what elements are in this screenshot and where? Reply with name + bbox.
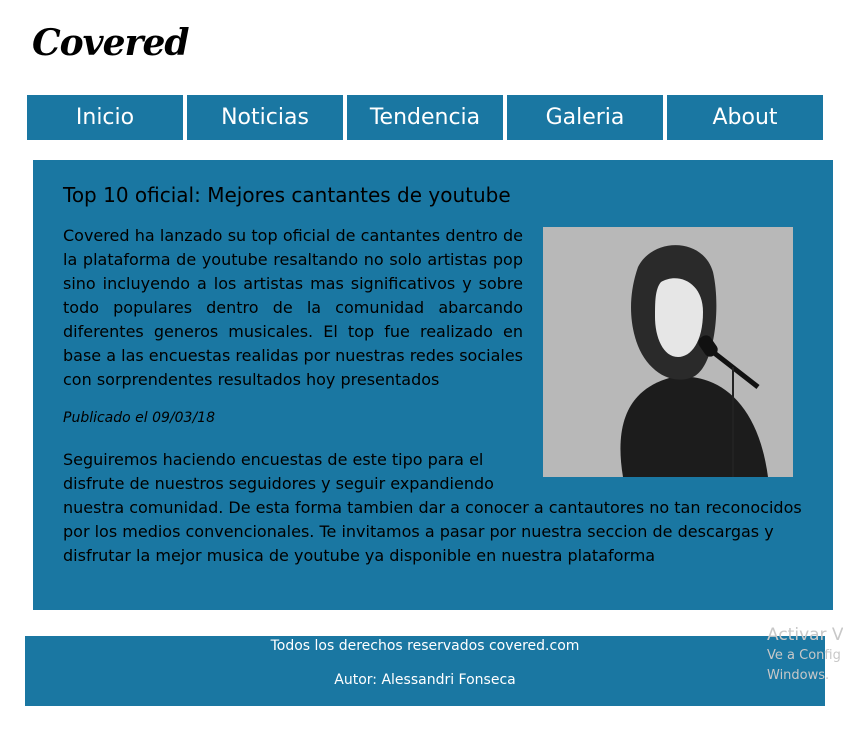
singer-portrait-icon (543, 227, 793, 477)
windows-activation-watermark: Activar V Ve a Config Windows. (767, 624, 843, 686)
article-body-text: ha lanzado su top oficial de cantantes d… (63, 226, 523, 389)
article-card: Top 10 oficial: Mejores cantantes de you… (33, 160, 833, 610)
watermark-line-1: Ve a Config (767, 648, 841, 663)
singer-portrait-image (543, 227, 793, 477)
nav-item-noticias[interactable]: Noticias (187, 95, 343, 140)
brand-name: Covered (63, 226, 130, 245)
nav-item-inicio[interactable]: Inicio (27, 95, 183, 140)
nav-item-about[interactable]: About (667, 95, 823, 140)
article-title: Top 10 oficial: Mejores cantantes de you… (63, 183, 511, 207)
watermark-title: Activar V (767, 625, 843, 645)
nav-item-galeria[interactable]: Galeria (507, 95, 663, 140)
nav-item-tendencia[interactable]: Tendencia (347, 95, 503, 140)
site-logo[interactable]: Covered (32, 22, 190, 64)
footer-author: Autor: Alessandri Fonseca (334, 672, 516, 688)
main-nav: Inicio Noticias Tendencia Galeria About (27, 95, 823, 140)
footer-copyright: Todos los derechos reservados covered.co… (270, 638, 580, 654)
watermark-line-2: Windows. (767, 668, 830, 683)
site-footer: Todos los derechos reservados covered.co… (25, 636, 825, 706)
